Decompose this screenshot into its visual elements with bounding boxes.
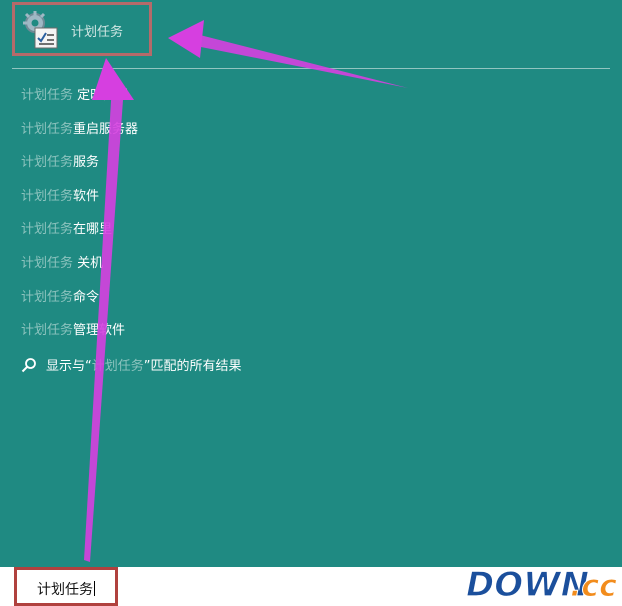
suggestion-suffix: 服务 [73, 155, 100, 171]
suggestion-item[interactable]: 计划任务在哪里 [21, 220, 138, 254]
text-caret [94, 581, 95, 596]
suggestion-item[interactable]: 计划任务重启服务器 [21, 120, 138, 154]
suggestion-query: 计划任务 [21, 289, 74, 305]
suggestion-suffix: 在哪里 [73, 222, 113, 238]
suggestion-suffix: 命令 [73, 289, 100, 305]
search-input[interactable]: 计划任务 [14, 567, 118, 606]
suggestion-query: 计划任务 [21, 323, 74, 339]
suggestion-suffix: 软件 [73, 188, 100, 204]
suggestion-item[interactable]: 计划任务 定时关机 [21, 86, 138, 120]
suggestion-item[interactable]: 计划任务服务 [21, 153, 138, 187]
suggestion-suffix: 重启服务器 [73, 121, 139, 137]
show-all-results[interactable]: 显示与“ 计划任务 ”匹配的所有结果 [21, 355, 242, 374]
top-result-label: 计划任务 [71, 25, 124, 40]
results-divider [12, 68, 610, 69]
suggestion-query: 计划任务 [21, 255, 74, 271]
search-icon [21, 357, 36, 372]
top-result-task-scheduler[interactable]: 计划任务 [12, 2, 152, 56]
show-all-postfix: ”匹配的所有结果 [143, 359, 242, 374]
suggestion-suffix: 定时关机 [73, 88, 130, 103]
suggestion-query: 计划任务 [21, 188, 74, 204]
suggestion-item[interactable]: 计划任务命令 [21, 288, 138, 322]
watermark-suffix: .cc [570, 569, 617, 604]
suggestion-suffix: 关机 [73, 255, 104, 271]
show-all-query: 计划任务 [91, 359, 144, 374]
task-scheduler-icon [23, 11, 58, 49]
suggestion-query: 计划任务 [21, 88, 74, 103]
search-input-value: 计划任务 [37, 579, 95, 599]
arrow-to-top-result [168, 20, 408, 88]
suggestion-item[interactable]: 计划任务软件 [21, 187, 138, 221]
search-query-text: 计划任务 [37, 582, 93, 598]
show-all-prefix: 显示与“ [46, 359, 92, 374]
suggestion-query: 计划任务 [21, 155, 74, 171]
down-cc-watermark-logo: DOWN .cc [465, 564, 617, 605]
suggestion-query: 计划任务 [21, 222, 74, 238]
suggestion-query: 计划任务 [21, 121, 74, 137]
suggestion-list: 计划任务 定时关机 计划任务重启服务器 计划任务服务 计划任务软件 计划任务在哪… [21, 86, 138, 355]
suggestion-suffix: 管理软件 [73, 323, 126, 339]
suggestion-item[interactable]: 计划任务 关机 [21, 254, 138, 288]
suggestion-item[interactable]: 计划任务管理软件 [21, 321, 138, 355]
